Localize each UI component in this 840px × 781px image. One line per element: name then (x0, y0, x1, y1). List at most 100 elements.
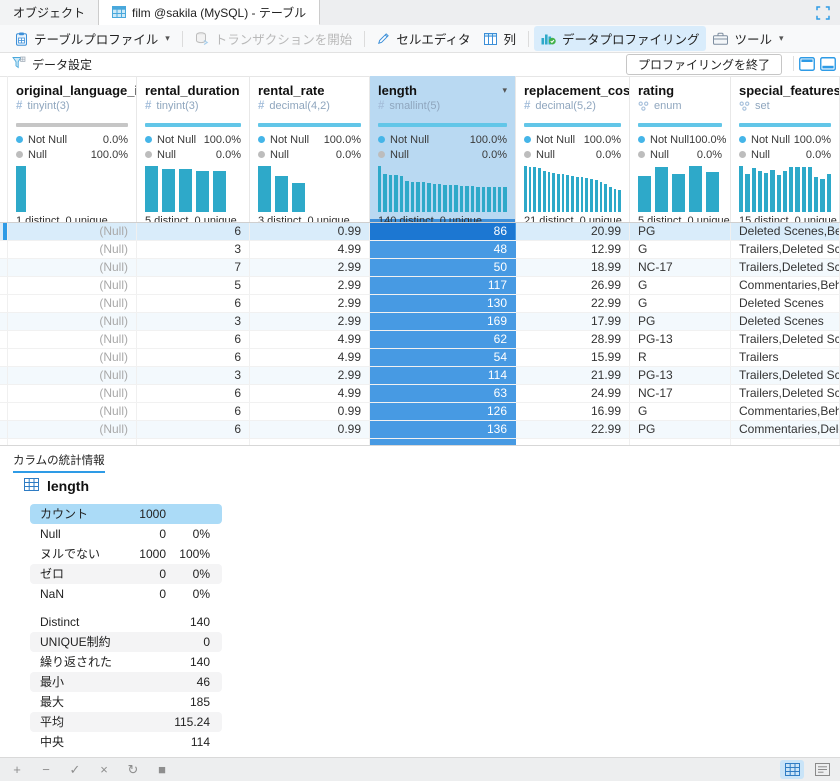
cell[interactable]: 16.99 (516, 403, 630, 420)
cell[interactable]: 6 (137, 295, 250, 312)
form-view-icon[interactable] (810, 760, 834, 779)
cell[interactable]: 6 (137, 421, 250, 438)
row-handle[interactable] (0, 331, 8, 348)
cell[interactable]: 2.99 (250, 313, 370, 330)
table-row[interactable]: (Null)62.9913022.99GDeleted Scenes (0, 295, 840, 313)
cell[interactable]: (Null) (8, 367, 137, 384)
cell[interactable]: 4.99 (250, 241, 370, 258)
cell[interactable]: 86 (370, 223, 516, 240)
cell[interactable]: Commentaries,Behind the (731, 403, 840, 420)
add-row-icon[interactable]: + (10, 759, 24, 781)
cell[interactable]: (Null) (8, 313, 137, 330)
row-handle[interactable] (0, 367, 8, 384)
cell[interactable]: 6 (137, 403, 250, 420)
cell[interactable]: 4.99 (250, 385, 370, 402)
tab-film-table[interactable]: film @sakila (MySQL) - テーブル (99, 0, 320, 25)
stats-row[interactable]: Distinct140 (30, 612, 222, 632)
cell[interactable]: 22.99 (516, 295, 630, 312)
cell[interactable]: 6 (137, 331, 250, 348)
cell[interactable]: (Null) (8, 277, 137, 294)
cell[interactable]: 2.99 (250, 295, 370, 312)
cell[interactable]: PG (630, 223, 731, 240)
column-header-rental_duration[interactable]: rental_duration#tinyint(3)Not Null100.0%… (137, 76, 250, 222)
cell[interactable]: (Null) (8, 295, 137, 312)
cell[interactable]: 48 (370, 241, 516, 258)
cell[interactable]: 50 (370, 259, 516, 276)
data-profiling-button[interactable]: データプロファイリング (534, 26, 707, 51)
cell[interactable]: 0.99 (250, 421, 370, 438)
row-handle[interactable] (0, 421, 8, 438)
delete-row-icon[interactable]: − (39, 759, 53, 781)
row-handle[interactable] (0, 385, 8, 402)
cell[interactable]: 126 (370, 403, 516, 420)
cell[interactable]: Commentaries,Deleted Sc (731, 421, 840, 438)
cell[interactable]: Trailers,Deleted Scenes (731, 259, 840, 276)
table-row[interactable]: (Null)72.995018.99NC-17Trailers,Deleted … (0, 259, 840, 277)
cell[interactable]: 12.99 (516, 241, 630, 258)
panel-layout-icon[interactable] (799, 57, 815, 74)
column-header-length[interactable]: length▾#smallint(5)Not Null100.0%Null0.0… (370, 76, 516, 222)
column-header-special_features[interactable]: special_featuressetNot Null100.0%Null0.0… (731, 76, 840, 222)
cancel-icon[interactable]: × (97, 759, 111, 781)
stats-row[interactable]: 繰り返された140 (30, 652, 222, 672)
cell[interactable]: Deleted Scenes,Behind the (731, 223, 840, 240)
cell[interactable]: 54 (370, 349, 516, 366)
stats-row[interactable]: 最大185 (30, 692, 222, 712)
cell[interactable]: 169 (370, 313, 516, 330)
cell[interactable]: 5 (137, 277, 250, 294)
finish-profiling-button[interactable]: プロファイリングを終了 (626, 54, 782, 75)
stats-row[interactable]: 中央114 (30, 732, 222, 752)
cell[interactable]: NC-17 (630, 385, 731, 402)
stats-row[interactable]: UNIQUE制約0 (30, 632, 222, 652)
stats-row[interactable]: 平均115.24 (30, 712, 222, 732)
cell[interactable]: 28.99 (516, 331, 630, 348)
cell[interactable]: 22.99 (516, 421, 630, 438)
column-header-replacement_cost[interactable]: replacement_cost#decimal(5,2)Not Null100… (516, 76, 630, 222)
row-handle[interactable] (0, 241, 8, 258)
tools-button[interactable]: ツール▾ (706, 26, 790, 51)
apply-icon[interactable]: ✓ (68, 759, 82, 781)
cell[interactable]: 4.99 (250, 349, 370, 366)
columns-button[interactable]: 列 (477, 26, 523, 51)
panel-bottom-icon[interactable] (820, 57, 836, 74)
row-handle[interactable] (0, 349, 8, 366)
cell[interactable]: Commentaries,Behind the (731, 277, 840, 294)
cell[interactable]: Trailers,Deleted Scenes (731, 241, 840, 258)
stats-row[interactable]: Null00% (30, 524, 222, 544)
table-row[interactable]: (Null)34.994812.99GTrailers,Deleted Scen… (0, 241, 840, 259)
cell[interactable]: 130 (370, 295, 516, 312)
cell[interactable]: PG-13 (630, 331, 731, 348)
cell[interactable]: G (630, 403, 731, 420)
cell[interactable]: PG (630, 313, 731, 330)
cell[interactable]: 18.99 (516, 259, 630, 276)
cell[interactable]: Trailers,Deleted Scenes (731, 367, 840, 384)
cell[interactable]: 7 (137, 259, 250, 276)
table-row[interactable]: (Null)60.9913622.99PGCommentaries,Delete… (0, 421, 840, 439)
begin-transaction-button[interactable]: トランザクションを開始 (188, 26, 360, 51)
cell[interactable]: Trailers,Deleted Scenes (731, 385, 840, 402)
table-row[interactable]: (Null)64.995415.99RTrailers (0, 349, 840, 367)
table-row[interactable]: (Null)60.9912616.99GCommentaries,Behind … (0, 403, 840, 421)
column-header-original_language_id[interactable]: original_language_id#tinyint(3)Not Null0… (8, 76, 137, 222)
table-row[interactable]: (Null)64.996228.99PG-13Trailers,Deleted … (0, 331, 840, 349)
cell[interactable]: (Null) (8, 223, 137, 240)
data-settings-button[interactable]: データ設定 (12, 56, 92, 73)
cell[interactable]: 0.99 (250, 223, 370, 240)
cell[interactable]: PG (630, 421, 731, 438)
cell[interactable]: 24.99 (516, 385, 630, 402)
column-header-rental_rate[interactable]: rental_rate#decimal(4,2)Not Null100.0%Nu… (250, 76, 370, 222)
cell[interactable]: NC-17 (630, 259, 731, 276)
column-header-rating[interactable]: ratingenumNot Null100.0%Null0.0%5 distin… (630, 76, 731, 222)
cell[interactable]: 6 (137, 223, 250, 240)
tab-column-statistics[interactable]: カラムの統計情報 (13, 452, 105, 473)
table-row[interactable]: (Null)32.9916917.99PGDeleted Scenes (0, 313, 840, 331)
cell[interactable]: 6 (137, 385, 250, 402)
cell[interactable]: 6 (137, 349, 250, 366)
cell[interactable]: 0.99 (250, 403, 370, 420)
cell[interactable]: (Null) (8, 331, 137, 348)
cell[interactable]: 3 (137, 241, 250, 258)
cell[interactable]: 114 (370, 367, 516, 384)
cell[interactable]: 3 (137, 367, 250, 384)
stop-icon[interactable]: ■ (155, 759, 169, 781)
cell[interactable]: 17.99 (516, 313, 630, 330)
